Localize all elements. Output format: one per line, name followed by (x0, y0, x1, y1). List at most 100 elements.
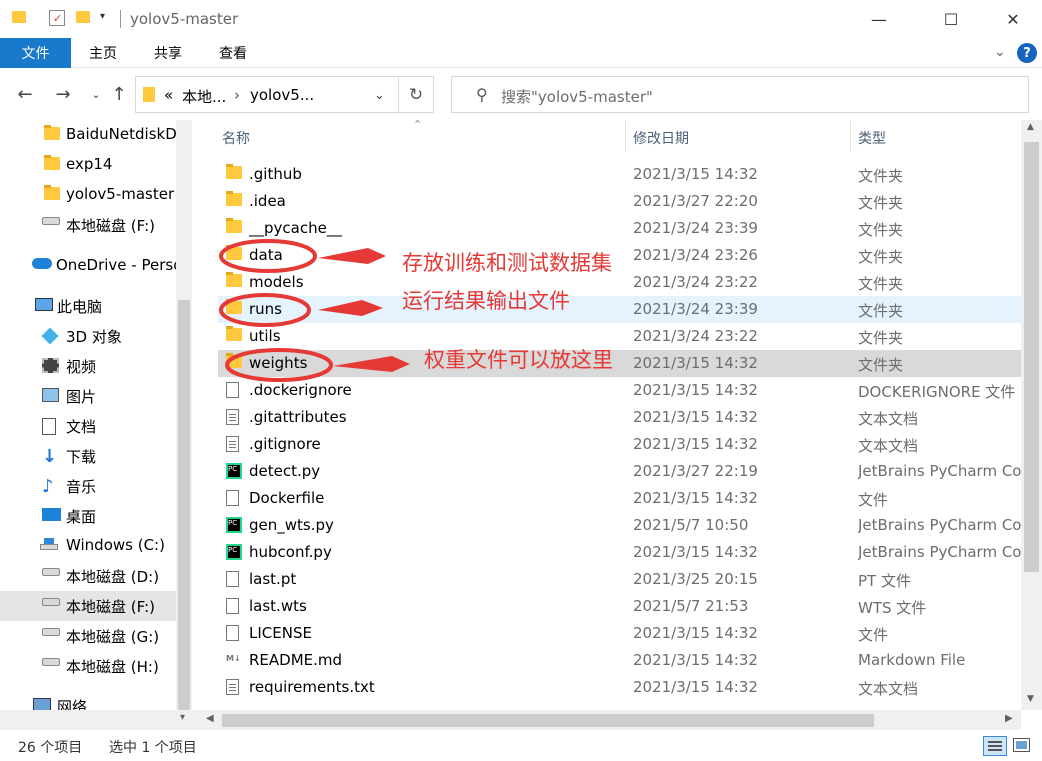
tab-share[interactable]: 共享 (135, 38, 201, 68)
file-row[interactable]: LICENSE 2021/3/15 14:32 文件 (218, 620, 1021, 647)
sidebar-item[interactable]: 此电脑 (0, 291, 176, 321)
download-icon: ↓ (42, 446, 58, 467)
sidebar-item[interactable]: 本地磁盘 (D:) (0, 561, 176, 591)
file-row[interactable]: models 2021/3/24 23:22 文件夹 (218, 269, 1021, 296)
address-bar[interactable]: « 本地... › yolov5... ⌄ (135, 76, 434, 113)
sidebar-item[interactable]: ↓ 下载 (0, 441, 176, 471)
refresh-button[interactable]: ↻ (398, 76, 434, 113)
sidebar-item[interactable]: 视频 (0, 351, 176, 381)
file-row[interactable]: requirements.txt 2021/3/15 14:32 文本文档 (218, 674, 1021, 701)
tab-file[interactable]: 文件 (0, 38, 71, 68)
file-type: 文件夹 (858, 194, 904, 212)
file-row[interactable]: .github 2021/3/15 14:32 文件夹 (218, 161, 1021, 188)
search-input[interactable]: ⚲ 搜索"yolov5-master" (451, 76, 1029, 113)
breadcrumb-local-disk[interactable]: 本地... (182, 86, 226, 107)
file-row[interactable]: PC hubconf.py 2021/3/15 14:32 JetBrains PyC… (218, 539, 1021, 566)
horizontal-scroll-thumb[interactable] (222, 714, 874, 727)
scroll-down-arrow-icon[interactable]: ▾ (180, 712, 185, 723)
markdown-icon: M↓ (226, 654, 241, 663)
chevron-down-icon[interactable]: ⌄ (994, 44, 1006, 60)
file-type: 文件夹 (858, 302, 904, 320)
sidebar-item[interactable]: 本地磁盘 (F:) (0, 591, 176, 621)
pycharm-icon: PC (226, 463, 242, 479)
vertical-scroll-thumb[interactable] (1024, 142, 1039, 572)
back-arrow-icon[interactable]: ← (13, 84, 37, 105)
file-row[interactable]: PC gen_wts.py 2021/5/7 10:50 JetBrains PyCh… (218, 512, 1021, 539)
file-date: 2021/3/27 22:19 (633, 462, 758, 480)
minimize-button[interactable]: — (856, 0, 902, 38)
file-type: 文件夹 (858, 329, 904, 347)
file-row[interactable]: runs 2021/3/24 23:39 文件夹 (218, 296, 1021, 323)
file-row[interactable]: PC detect.py 2021/3/27 22:19 JetBrains PyCh… (218, 458, 1021, 485)
properties-icon[interactable]: ✓ (49, 10, 65, 26)
sidebar-item[interactable]: OneDrive - Perso (0, 251, 176, 281)
pycharm-icon: PC (226, 517, 242, 533)
file-name: last.wts (249, 597, 307, 615)
scroll-left-arrow-icon[interactable]: ◀ (206, 713, 214, 724)
breadcrumb-separator-icon[interactable]: › (234, 86, 240, 104)
file-list: ⌃ 名称 修改日期 类型 .github 2021/3/15 14:32 文件夹 .i… (200, 120, 1021, 710)
sidebar-item[interactable]: BaiduNetdiskDo (0, 120, 176, 150)
sidebar-item[interactable]: 文档 (0, 411, 176, 441)
file-date: 2021/3/25 20:15 (633, 570, 758, 588)
up-arrow-icon[interactable]: ↑ (107, 84, 131, 105)
file-date: 2021/5/7 21:53 (633, 597, 749, 615)
recent-locations-chevron-icon[interactable]: ⌄ (84, 88, 108, 101)
navigation-pane: BaiduNetdiskDo exp14 yolov5-master 本地磁盘 (F:… (0, 120, 192, 730)
sidebar-item[interactable]: 桌面 (0, 501, 176, 531)
sidebar-item[interactable]: yolov5-master (0, 180, 176, 210)
file-row[interactable]: data 2021/3/24 23:26 文件夹 (218, 242, 1021, 269)
file-row[interactable]: .idea 2021/3/27 22:20 文件夹 (218, 188, 1021, 215)
sidebar-item[interactable]: ♪ 音乐 (0, 471, 176, 501)
scroll-up-arrow-icon[interactable]: ▲ (1027, 122, 1034, 132)
column-header-name[interactable]: 名称 (222, 128, 250, 148)
sidebar-item[interactable]: 图片 (0, 381, 176, 411)
scroll-down-arrow-icon[interactable]: ▼ (1027, 694, 1034, 704)
file-date: 2021/3/15 14:32 (633, 354, 758, 372)
file-row[interactable]: .gitignore 2021/3/15 14:32 文本文档 (218, 431, 1021, 458)
address-overflow-chevron[interactable]: « (164, 86, 173, 104)
help-icon[interactable]: ? (1017, 43, 1037, 63)
address-history-chevron-icon[interactable]: ⌄ (374, 88, 385, 103)
file-row[interactable]: __pycache__ 2021/3/24 23:39 文件夹 (218, 215, 1021, 242)
file-row[interactable]: weights 2021/3/15 14:32 文件夹 (218, 350, 1021, 377)
large-icons-view-icon[interactable] (1013, 738, 1030, 752)
file-row[interactable]: .gitattributes 2021/3/15 14:32 文本文档 (218, 404, 1021, 431)
sidebar-horizontal-scrollbar[interactable]: ▾ (0, 710, 200, 730)
file-name: detect.py (249, 462, 321, 480)
column-header-type[interactable]: 类型 (858, 128, 886, 148)
sidebar-item[interactable]: 本地磁盘 (H:) (0, 651, 176, 681)
tab-view[interactable]: 查看 (201, 38, 265, 68)
file-row[interactable]: last.wts 2021/5/7 21:53 WTS 文件 (218, 593, 1021, 620)
details-view-icon[interactable] (983, 736, 1007, 756)
breadcrumb-yolov5[interactable]: yolov5... (250, 86, 314, 104)
file-type: 文件夹 (858, 356, 904, 374)
file-icon (226, 598, 239, 614)
file-type: 文本文档 (858, 680, 919, 698)
forward-arrow-icon[interactable]: → (51, 84, 75, 105)
column-divider[interactable] (850, 120, 851, 152)
sidebar-item[interactable]: Windows (C:) (0, 531, 176, 561)
sidebar-item-label: 下载 (66, 448, 97, 466)
file-row[interactable]: last.pt 2021/3/25 20:15 PT 文件 (218, 566, 1021, 593)
tab-home[interactable]: 主页 (71, 38, 135, 68)
file-row[interactable]: utils 2021/3/24 23:22 文件夹 (218, 323, 1021, 350)
sidebar-item[interactable]: 本地磁盘 (G:) (0, 621, 176, 651)
file-name: gen_wts.py (249, 516, 334, 534)
file-row[interactable]: Dockerfile 2021/3/15 14:32 文件 (218, 485, 1021, 512)
sidebar-item[interactable]: exp14 (0, 150, 176, 180)
file-row[interactable]: M↓ README.md 2021/3/15 14:32 Markdown File (218, 647, 1021, 674)
file-type: 文件夹 (858, 221, 904, 239)
scroll-right-arrow-icon[interactable]: ▶ (1005, 713, 1013, 724)
file-row[interactable]: .dockerignore 2021/3/15 14:32 DOCKERIGNORE… (218, 377, 1021, 404)
sidebar-item[interactable]: 本地磁盘 (F:) (0, 210, 176, 240)
quick-access-dropdown-icon[interactable]: ▾ (100, 11, 105, 22)
close-button[interactable]: ✕ (990, 0, 1036, 38)
column-header-date[interactable]: 修改日期 (633, 128, 689, 148)
maximize-button[interactable]: ☐ (928, 0, 974, 38)
file-name: .dockerignore (249, 381, 352, 399)
sidebar-item[interactable]: 3D 对象 (0, 321, 176, 351)
new-folder-icon[interactable] (76, 11, 90, 23)
column-divider[interactable] (625, 120, 626, 152)
sidebar-scroll-thumb[interactable] (178, 300, 190, 710)
